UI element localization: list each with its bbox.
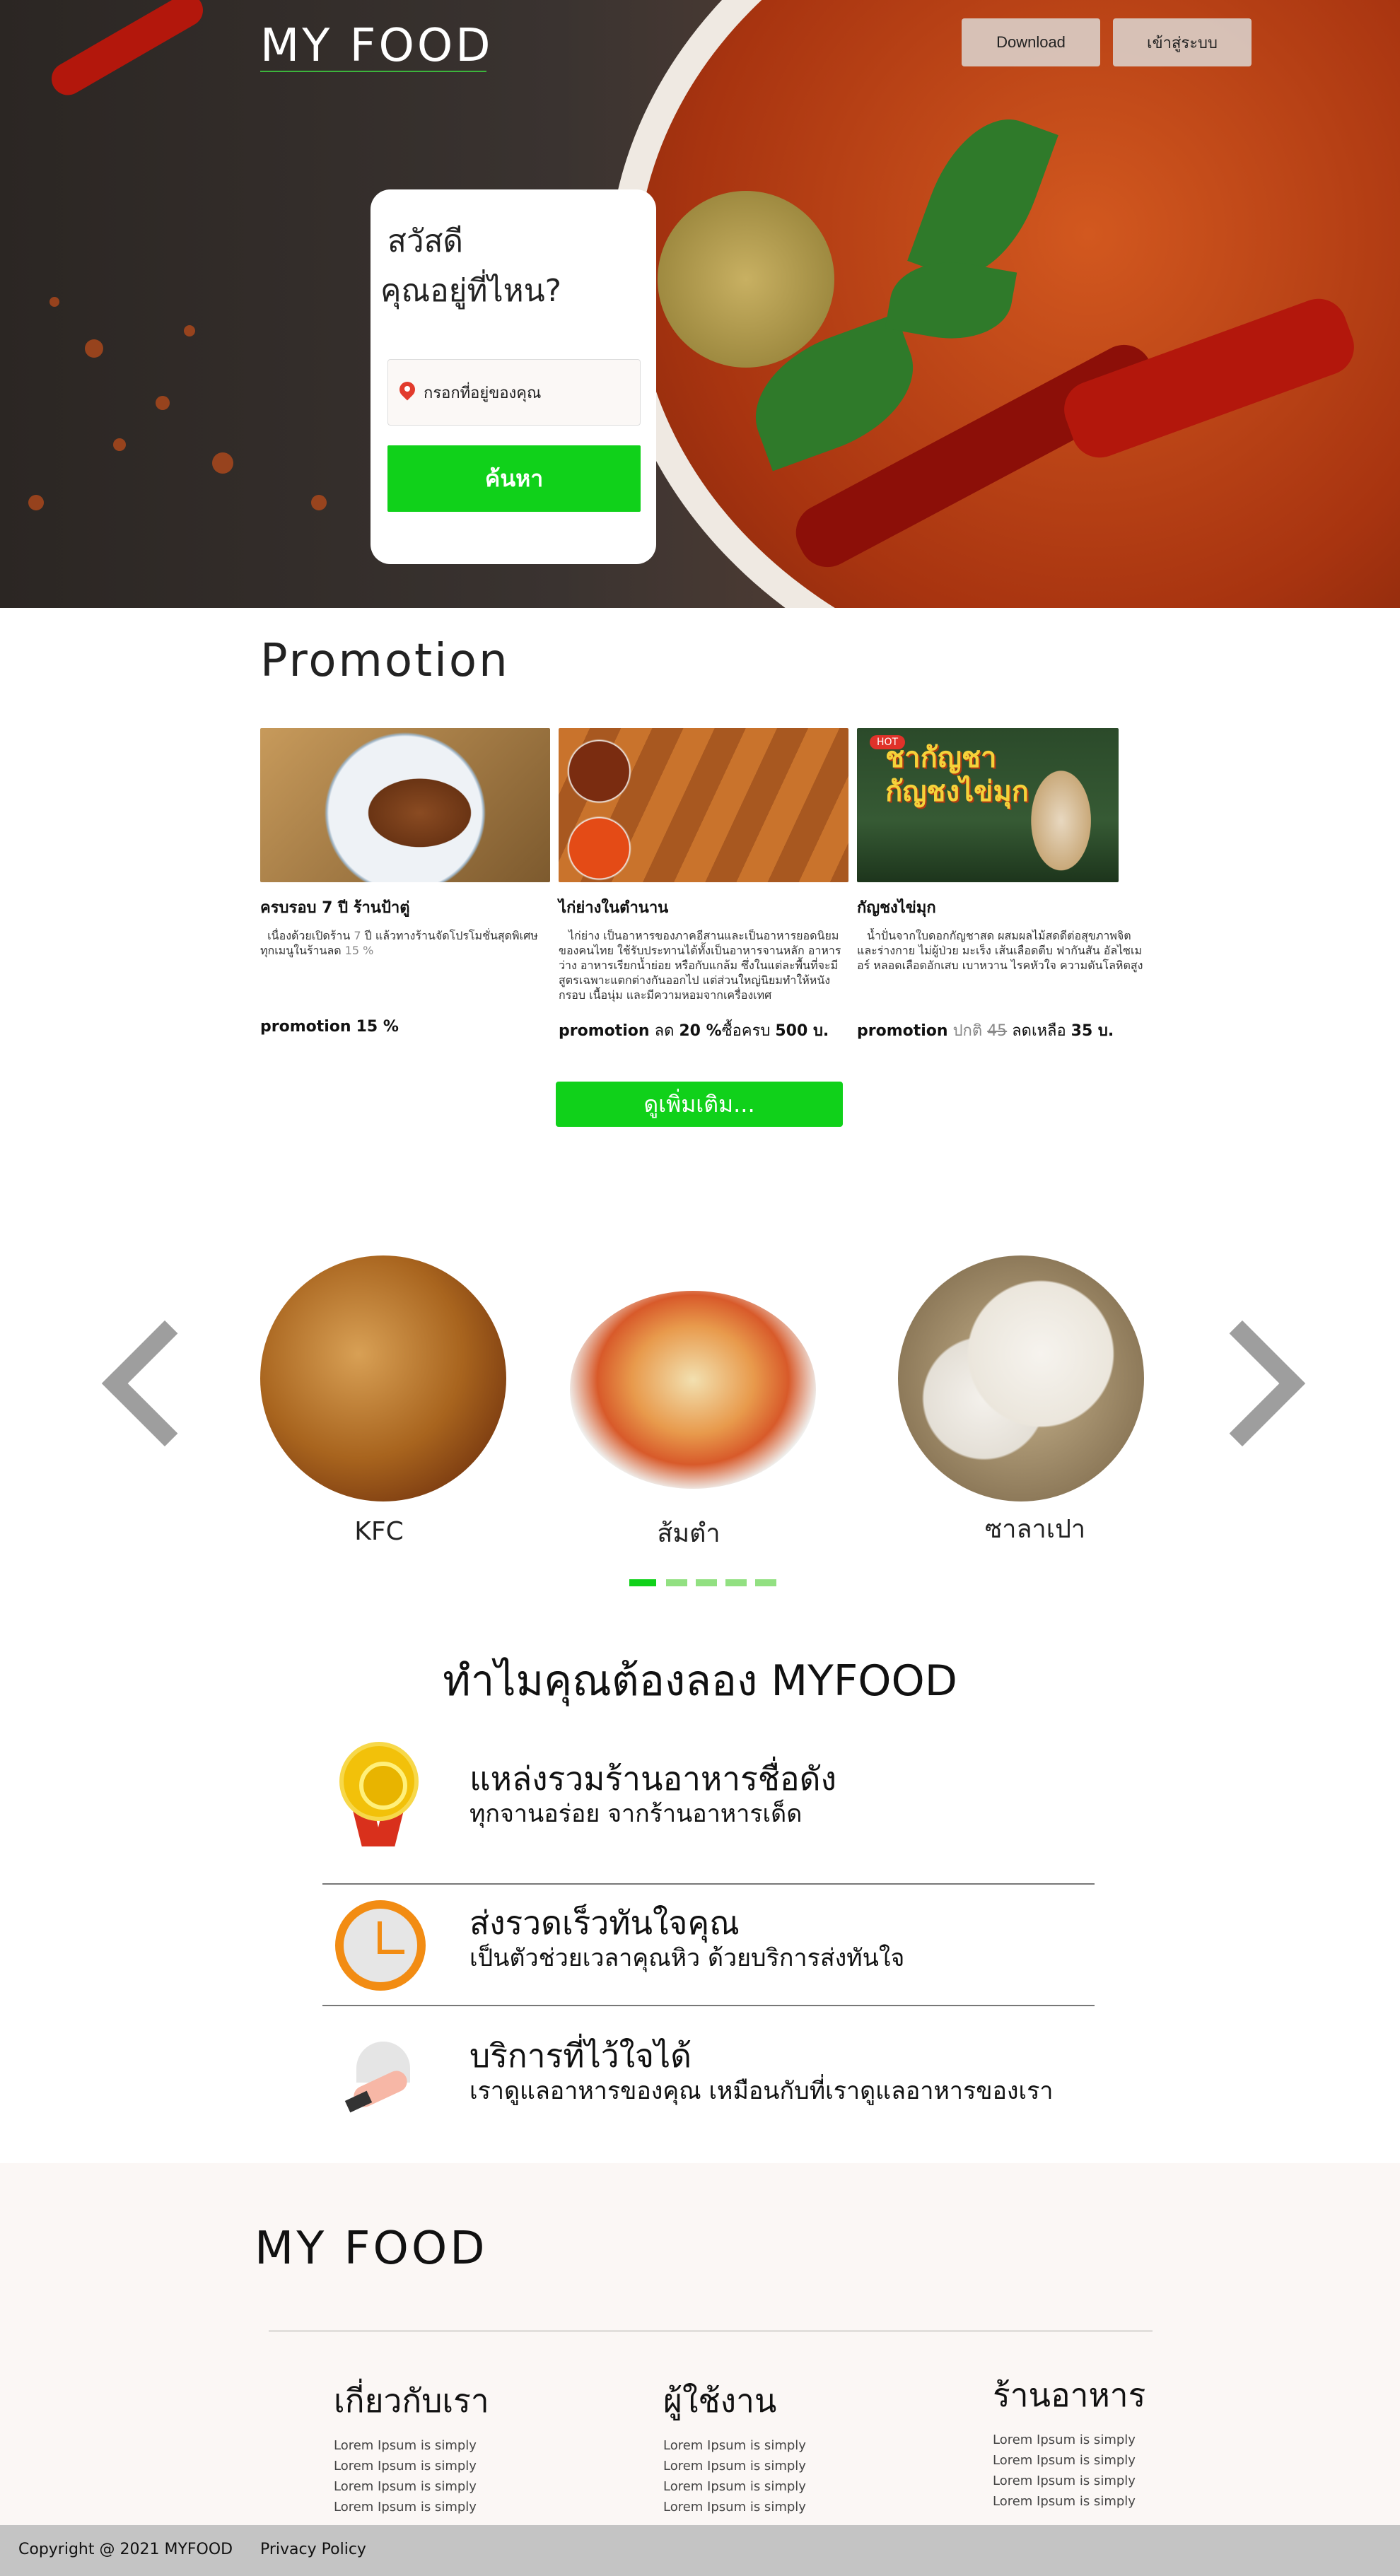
hero-banner xyxy=(0,0,1400,608)
address-input[interactable]: กรอกที่อยู่ของคุณ xyxy=(387,359,641,426)
location-pin-icon xyxy=(399,382,415,403)
medal-icon xyxy=(339,1742,419,1848)
promo-image-text: ชากัญชา กัญชงไข่มุก xyxy=(885,742,1029,808)
carousel-image-kfc[interactable] xyxy=(260,1255,506,1501)
copyright-text: Copyright @ 2021 MYFOOD xyxy=(18,2541,233,2558)
spice-dots xyxy=(184,325,195,336)
download-button[interactable]: Download xyxy=(962,18,1100,66)
promo-description: ไก่ย่าง เป็นอาหารของภาคอีสานและเป็นอาหาร… xyxy=(559,929,841,1002)
promo-offer: promotion ลด 20 %ซื้อครบ 500 บ. xyxy=(559,1022,829,1040)
footer-column-users: ผู้ใช้งาน Lorem Ipsum is simply Lorem Ip… xyxy=(663,2375,918,2517)
promo-title: กัญชงไข่มุก xyxy=(857,899,936,917)
carousel-dot-active[interactable] xyxy=(629,1579,656,1586)
carousel-prev-arrow-icon[interactable] xyxy=(99,1319,177,1439)
why-row-subtitle: ทุกจานอร่อย จากร้านอาหารเด็ด xyxy=(469,1800,803,1828)
footer-column-restaurants: ร้านอาหาร Lorem Ipsum is simply Lorem Ip… xyxy=(993,2370,1247,2512)
promotion-heading: Promotion xyxy=(260,635,510,687)
see-more-button[interactable]: ดูเพิ่มเติม... xyxy=(556,1082,843,1127)
promo-image-grilled-chicken xyxy=(559,728,848,882)
carousel-dot[interactable] xyxy=(666,1579,687,1586)
spice-dots xyxy=(85,339,103,358)
promo-offer: promotion ปกติ 45 ลดเหลือ 35 บ. xyxy=(857,1022,1114,1040)
carousel-label[interactable]: ซาลาเปา xyxy=(912,1509,1158,1549)
why-heading: ทำไมคุณต้องลอง MYFOOD xyxy=(443,1656,957,1706)
spice-dots xyxy=(113,438,126,451)
footer-link[interactable]: Lorem Ipsum is simply xyxy=(993,2491,1247,2512)
promo-description: เนื่องด้วยเปิดร้าน 7 ปี แล้วทางร้านจัดโป… xyxy=(260,929,538,957)
promo-image-fried-rice xyxy=(260,728,550,882)
carousel-image-salapao[interactable] xyxy=(898,1255,1144,1501)
why-divider xyxy=(322,2005,1095,2006)
footer-link[interactable]: Lorem Ipsum is simply xyxy=(663,2497,918,2517)
service-bell-icon xyxy=(342,2042,420,2113)
privacy-policy-link[interactable]: Privacy Policy xyxy=(260,2541,366,2558)
footer-heading: เกี่ยวกับเรา xyxy=(334,2382,489,2420)
why-row-subtitle: เราดูแลอาหารของคุณ เหมือนกับที่เราดูแลอา… xyxy=(469,2077,1054,2105)
location-search-card: สวัสดี คุณอยู่ที่ไหน? กรอกที่อยู่ของคุณ … xyxy=(371,189,656,564)
carousel-dot[interactable] xyxy=(725,1579,747,1586)
footer-link[interactable]: Lorem Ipsum is simply xyxy=(663,2435,918,2456)
footer-link[interactable]: Lorem Ipsum is simply xyxy=(663,2476,918,2497)
footer-link[interactable]: Lorem Ipsum is simply xyxy=(993,2430,1247,2450)
eggplant-slice xyxy=(658,191,834,368)
search-button[interactable]: ค้นหา xyxy=(387,445,641,512)
promo-title: ครบรอบ 7 ปี ร้านป้าตู่ xyxy=(260,899,410,917)
carousel-label[interactable]: ส้มตำ xyxy=(566,1513,812,1553)
clock-icon xyxy=(335,1900,426,1991)
location-question: คุณอยู่ที่ไหน? xyxy=(380,273,562,309)
chili-decoration xyxy=(45,0,209,101)
carousel-dot[interactable] xyxy=(755,1579,776,1586)
carousel-image-somtam[interactable] xyxy=(570,1291,816,1489)
address-placeholder: กรอกที่อยู่ของคุณ xyxy=(424,384,542,402)
footer-logo[interactable]: MY FOOD xyxy=(255,2223,488,2275)
promo-card[interactable]: HOT ชากัญชา กัญชงไข่มุก กัญชงไข่มุก น้ำปั… xyxy=(857,728,1147,1040)
footer-column-about: เกี่ยวกับเรา Lorem Ipsum is simply Lorem… xyxy=(334,2375,588,2517)
footer-link[interactable]: Lorem Ipsum is simply xyxy=(334,2456,588,2476)
footer-link[interactable]: Lorem Ipsum is simply xyxy=(334,2476,588,2497)
footer-link[interactable]: Lorem Ipsum is simply xyxy=(993,2450,1247,2471)
footer-link[interactable]: Lorem Ipsum is simply xyxy=(334,2497,588,2517)
spice-dots xyxy=(311,495,327,510)
medal-disc xyxy=(339,1742,419,1821)
footer-link[interactable]: Lorem Ipsum is simply xyxy=(993,2471,1247,2491)
site-logo[interactable]: MY FOOD xyxy=(260,20,494,72)
promo-card[interactable]: ไก่ย่างในตำนาน ไก่ย่าง เป็นอาหารของภาคอี… xyxy=(559,728,848,1040)
copyright-bar: Copyright @ 2021 MYFOOD Privacy Policy xyxy=(0,2525,1400,2576)
promo-image-cannabis-tea: HOT ชากัญชา กัญชงไข่มุก xyxy=(857,728,1119,882)
why-divider xyxy=(322,1883,1095,1885)
why-row-subtitle: เป็นตัวช่วยเวลาคุณหิว ด้วยบริการส่งทันใจ xyxy=(469,1944,905,1972)
spice-dots xyxy=(28,495,44,510)
logo-underline xyxy=(260,71,486,72)
footer-link[interactable]: Lorem Ipsum is simply xyxy=(334,2435,588,2456)
footer-divider xyxy=(269,2330,1153,2332)
bell-cuff xyxy=(344,2090,373,2113)
greeting-text: สวัสดี xyxy=(387,223,463,259)
spice-dots xyxy=(49,297,59,307)
carousel-next-arrow-icon[interactable] xyxy=(1230,1319,1308,1439)
promo-card[interactable]: ครบรอบ 7 ปี ร้านป้าตู่ เนื่องด้วยเปิดร้า… xyxy=(260,728,550,1036)
footer-heading: ร้านอาหาร xyxy=(993,2376,1146,2414)
spice-dots xyxy=(212,452,233,474)
promo-offer: promotion 15 % xyxy=(260,1018,399,1036)
promo-title: ไก่ย่างในตำนาน xyxy=(559,899,669,917)
login-button[interactable]: เข้าสู่ระบบ xyxy=(1113,18,1252,66)
promo-description: น้ำปั่นจากใบดอกกัญชาสด ผสมผลไม้สดดีต่อสุ… xyxy=(857,929,1143,972)
footer-link[interactable]: Lorem Ipsum is simply xyxy=(663,2456,918,2476)
footer-heading: ผู้ใช้งาน xyxy=(663,2382,777,2420)
carousel-dot[interactable] xyxy=(696,1579,717,1586)
spice-dots xyxy=(156,396,170,410)
carousel-label[interactable]: KFC xyxy=(256,1517,502,1546)
